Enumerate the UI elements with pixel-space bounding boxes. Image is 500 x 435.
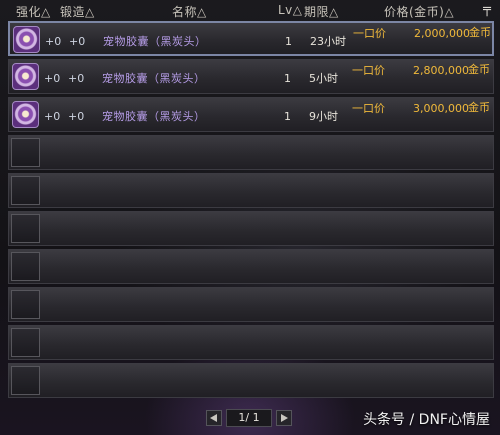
currency-label: 金币 — [469, 26, 491, 39]
duration-value: 23小时 — [310, 35, 346, 48]
currency-label: 金币 — [468, 101, 490, 114]
empty-item-slot — [11, 290, 40, 319]
triangle-right-icon — [281, 414, 288, 422]
empty-item-slot — [11, 138, 40, 167]
pet-capsule-icon[interactable] — [12, 101, 39, 128]
price-value: 2,000,000 — [414, 27, 470, 40]
column-header: 强化△ 锻造△ 名称△ Lv△ 期限△ 价格(金币)△ ╤ — [0, 0, 500, 20]
currency-label: 金币 — [468, 63, 490, 76]
forge-value: +0 — [68, 72, 85, 85]
watermark-text: 头条号 / DNF心情屋 — [363, 412, 490, 428]
empty-item-slot — [11, 176, 40, 205]
empty-item-slot — [11, 214, 40, 243]
level-value: 1 — [284, 110, 291, 123]
price-value: 3,000,000 — [413, 102, 469, 115]
enhance-value: +0 — [45, 35, 62, 48]
sort-duration-header[interactable]: 期限△ — [304, 3, 339, 20]
triangle-left-icon — [210, 414, 217, 422]
next-page-button[interactable] — [276, 410, 292, 426]
item-name: 宠物胶囊（黑炭头） — [102, 72, 206, 85]
pet-capsule-icon[interactable] — [12, 63, 39, 90]
price-type: 一口价 — [352, 64, 385, 77]
empty-listing-row — [8, 211, 494, 246]
empty-item-slot — [11, 252, 40, 281]
listing-row[interactable]: +0 +0 宠物胶囊（黑炭头） 1 9小时 一口价 3,000,000 金币 — [8, 97, 494, 132]
listing-row[interactable]: +0 +0 宠物胶囊（黑炭头） 1 5小时 一口价 2,800,000 金币 — [8, 59, 494, 94]
forge-value: +0 — [69, 35, 86, 48]
duration-value: 5小时 — [309, 72, 338, 85]
pin-icon[interactable]: ╤ — [480, 2, 494, 17]
enhance-value: +0 — [44, 110, 61, 123]
sort-name-header[interactable]: 名称△ — [172, 3, 207, 20]
empty-listing-row — [8, 249, 494, 284]
price-type: 一口价 — [352, 102, 385, 115]
empty-item-slot — [11, 366, 40, 395]
empty-listing-row — [8, 325, 494, 360]
pet-capsule-icon[interactable] — [13, 26, 40, 53]
price-value: 2,800,000 — [413, 64, 469, 77]
sort-enhance-header[interactable]: 强化△ — [16, 3, 51, 20]
page-indicator: 1/ 1 — [226, 409, 272, 427]
sort-level-header[interactable]: Lv△ — [278, 3, 303, 17]
level-value: 1 — [284, 72, 291, 85]
forge-value: +0 — [68, 110, 85, 123]
enhance-value: +0 — [44, 72, 61, 85]
pagination: 1/ 1 — [206, 408, 296, 428]
sort-forge-header[interactable]: 锻造△ — [60, 3, 95, 20]
sort-price-header[interactable]: 价格(金币)△ — [384, 3, 454, 20]
empty-listing-row — [8, 173, 494, 208]
item-name: 宠物胶囊（黑炭头） — [103, 35, 207, 48]
empty-item-slot — [11, 328, 40, 357]
duration-value: 9小时 — [309, 110, 338, 123]
price-type: 一口价 — [353, 27, 386, 40]
prev-page-button[interactable] — [206, 410, 222, 426]
listing-row[interactable]: +0 +0 宠物胶囊（黑炭头） 1 23小时 一口价 2,000,000 金币 — [8, 21, 494, 56]
empty-listing-row — [8, 287, 494, 322]
item-name: 宠物胶囊（黑炭头） — [102, 110, 206, 123]
level-value: 1 — [285, 35, 292, 48]
empty-listing-row — [8, 135, 494, 170]
empty-listing-row — [8, 363, 494, 398]
